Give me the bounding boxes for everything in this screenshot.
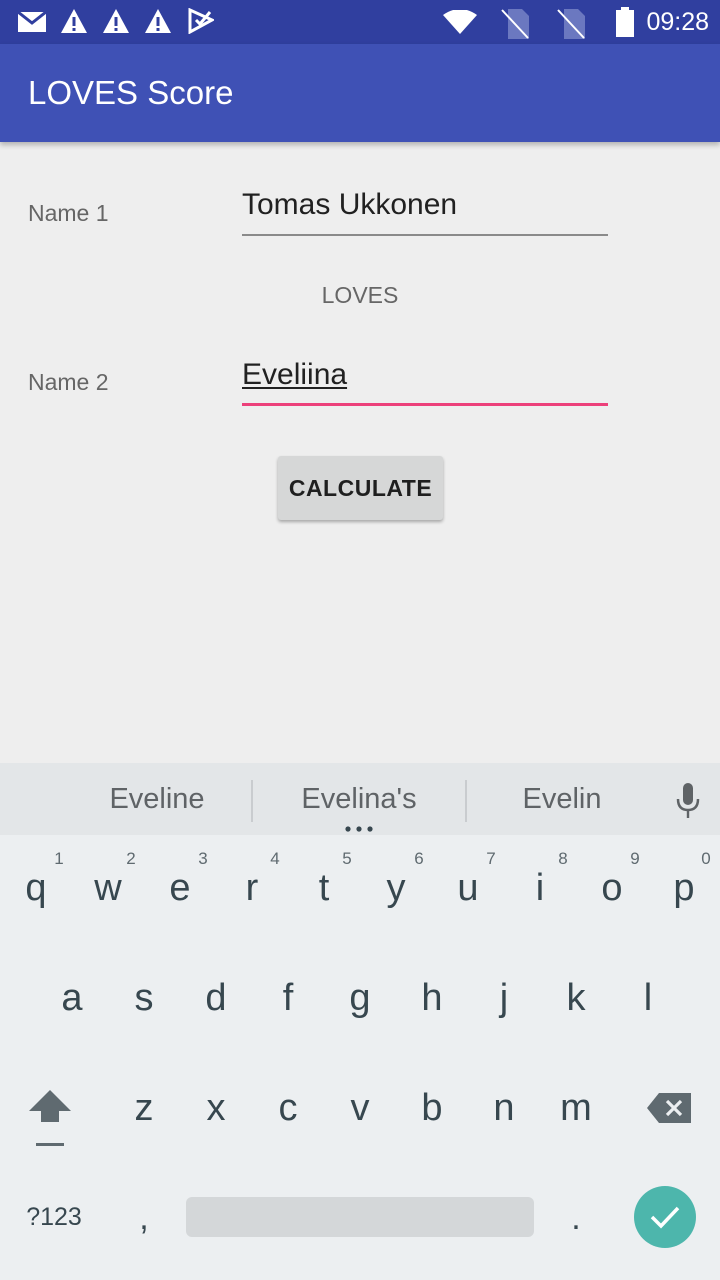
shift-icon[interactable] (28, 1090, 72, 1148)
key-f[interactable]: f (252, 977, 324, 1020)
key-r[interactable]: r (216, 867, 288, 910)
backspace-icon[interactable] (647, 1093, 691, 1123)
key-hint: 2 (126, 849, 136, 868)
status-bar: 09:28 (0, 0, 720, 44)
suggestion-strip: Eveline Evelina's Evelin (0, 763, 720, 835)
suggestion-2[interactable]: Evelina's (274, 783, 444, 816)
key-a[interactable]: a (36, 977, 108, 1020)
name2-field[interactable]: Eveliina (242, 358, 608, 406)
checkmark-icon (650, 1206, 680, 1229)
key-i[interactable]: i (504, 867, 576, 910)
gmail-icon (18, 12, 46, 32)
key-hint: 6 (414, 849, 424, 868)
name1-underline (242, 234, 608, 236)
key-d[interactable]: d (180, 977, 252, 1020)
comma-key[interactable]: , (108, 1199, 180, 1238)
inbox-check-icon (188, 8, 214, 34)
app-bar: LOVES Score (0, 44, 720, 142)
soft-keyboard: Eveline Evelina's Evelin 1 2 3 4 5 6 7 8… (0, 763, 720, 1280)
microphone-icon[interactable] (675, 783, 701, 819)
space-key[interactable] (186, 1197, 534, 1237)
key-hint: 9 (630, 849, 640, 868)
key-o[interactable]: o (576, 867, 648, 910)
name2-label: Name 2 (28, 369, 109, 395)
key-e[interactable]: e (144, 867, 216, 910)
key-hint: 4 (270, 849, 280, 868)
key-g[interactable]: g (324, 977, 396, 1020)
key-u[interactable]: u (432, 867, 504, 910)
name1-field[interactable]: Tomas Ukkonen (242, 188, 608, 236)
name1-label: Name 1 (28, 200, 109, 226)
done-button[interactable] (634, 1186, 696, 1248)
key-l[interactable]: l (612, 977, 684, 1020)
key-hint: 8 (558, 849, 568, 868)
suggestion-1[interactable]: Eveline (82, 783, 232, 816)
key-n[interactable]: n (468, 1087, 540, 1130)
key-w[interactable]: w (72, 867, 144, 910)
key-c[interactable]: c (252, 1087, 324, 1130)
key-hint: 5 (342, 849, 352, 868)
key-x[interactable]: x (180, 1087, 252, 1130)
key-b[interactable]: b (396, 1087, 468, 1130)
battery-icon (616, 7, 634, 37)
key-v[interactable]: v (324, 1087, 396, 1130)
key-hint: 3 (198, 849, 208, 868)
key-hint: 7 (486, 849, 496, 868)
key-k[interactable]: k (540, 977, 612, 1020)
no-sim-icon (557, 9, 585, 39)
key-p[interactable]: p (648, 867, 720, 910)
name1-input-value: Tomas Ukkonen (242, 188, 458, 221)
name2-input-value: Eveliina (242, 358, 348, 391)
more-suggestions-icon[interactable] (345, 826, 373, 832)
symbols-key[interactable]: ?123 (18, 1203, 90, 1232)
key-m[interactable]: m (540, 1087, 612, 1130)
suggestion-3[interactable]: Evelin (492, 783, 632, 816)
key-j[interactable]: j (468, 977, 540, 1020)
status-time: 09:28 (646, 8, 709, 36)
key-s[interactable]: s (108, 977, 180, 1020)
warning-icon (145, 9, 171, 33)
calculate-button[interactable]: CALCULATE (278, 456, 443, 520)
period-key[interactable]: . (540, 1199, 612, 1238)
key-h[interactable]: h (396, 977, 468, 1020)
key-y[interactable]: y (360, 867, 432, 910)
warning-icon (103, 9, 129, 33)
name2-underline-focused (242, 403, 608, 406)
key-q[interactable]: q (0, 867, 72, 910)
no-sim-icon (501, 9, 529, 39)
key-z[interactable]: z (108, 1087, 180, 1130)
key-hint: 1 (54, 849, 64, 868)
suggestion-divider (465, 780, 467, 822)
wifi-icon (443, 10, 477, 34)
loves-label: LOVES (321, 282, 399, 308)
suggestion-divider (251, 780, 253, 822)
app-title: LOVES Score (28, 74, 234, 111)
key-t[interactable]: t (288, 867, 360, 910)
key-hint: 0 (701, 849, 711, 868)
warning-icon (61, 9, 87, 33)
